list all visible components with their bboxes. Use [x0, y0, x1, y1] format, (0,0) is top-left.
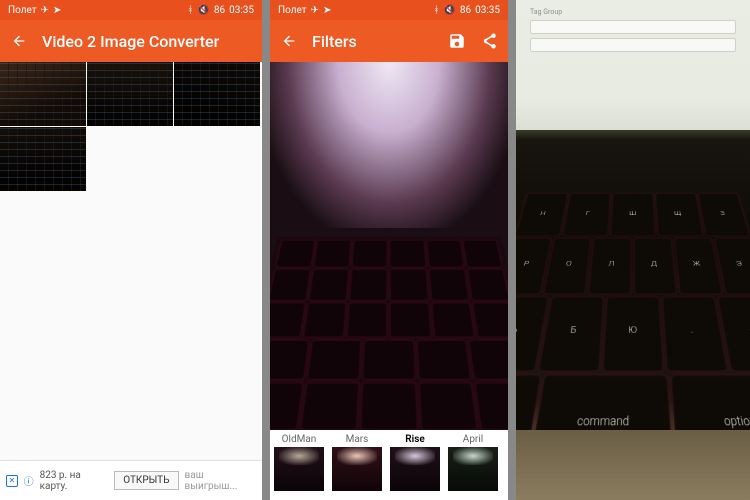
keyboard-key: Ш [610, 193, 655, 236]
keyboard-key: Б [538, 296, 604, 371]
silent-icon: 🔇 [443, 5, 455, 16]
filter-option-selected[interactable]: Rise [386, 430, 444, 500]
status-bar: Полет ✈ ➤ ᚼ 🔇 86 03:35 [270, 0, 508, 20]
status-bar: Полет ✈ ➤ ᚼ 🔇 86 03:35 [0, 0, 262, 20]
share-button[interactable] [480, 32, 498, 50]
keyboard-key: Н [516, 193, 568, 236]
source-photo: Tag Group Н Г Ш Щ З Р О Л Д Ж Э Ь Б [516, 0, 750, 500]
page-title: Filters [312, 32, 434, 51]
keyboard-key: О [543, 238, 591, 294]
filter-name: OldMan [282, 434, 317, 445]
clock: 03:35 [229, 5, 254, 16]
filter-preview[interactable] [270, 62, 508, 430]
laptop-base [516, 430, 750, 500]
keyboard-key: Л [589, 238, 632, 294]
filter-thumbnail [390, 447, 440, 491]
form-input [530, 38, 736, 52]
back-button[interactable] [280, 32, 298, 50]
bluetooth-icon: ᚼ [187, 5, 193, 16]
bluetooth-icon: ᚼ [433, 5, 439, 16]
keyboard-key: З [698, 193, 750, 236]
save-button[interactable] [448, 32, 466, 50]
keyboard-key: . [662, 296, 728, 371]
telegram-icon: ➤ [323, 5, 331, 16]
filter-strip[interactable]: OldMan Mars Rise April [270, 430, 508, 500]
clock: 03:35 [475, 5, 500, 16]
image-thumbnail[interactable] [0, 127, 86, 191]
gallery-screen: Полет ✈ ➤ ᚼ 🔇 86 03:35 Video 2 Image Con… [0, 0, 262, 500]
app-bar: Filters [270, 20, 508, 62]
image-thumbnail[interactable] [174, 62, 260, 126]
filter-name: Mars [346, 434, 369, 445]
form-label: Tag Group [530, 8, 736, 16]
filter-option[interactable]: Mars [328, 430, 386, 500]
ad-open-button[interactable]: ОТКРЫТЬ [114, 471, 178, 490]
filter-option[interactable]: OldMan [270, 430, 328, 500]
ad-close-icon[interactable]: ✕ [6, 475, 18, 487]
battery-level: 86 [214, 5, 225, 16]
telegram-icon: ➤ [53, 5, 61, 16]
battery-level: 86 [460, 5, 471, 16]
filter-thumbnail [332, 447, 382, 491]
keyboard-photo: Tag Group Н Г Ш Щ З Р О Л Д Ж Э Ь Б [516, 0, 750, 500]
background-form: Tag Group [516, 0, 750, 130]
keyboard-key: Г [563, 193, 611, 236]
app-bar: Video 2 Image Converter [0, 20, 262, 62]
filter-name: April [463, 434, 483, 445]
filter-thumbnail [448, 447, 498, 491]
carrier-label: Полет [8, 5, 37, 16]
filter-name: Rise [405, 434, 424, 445]
filter-thumbnail [274, 447, 324, 491]
ad-text: 823 р. на карту. [40, 470, 109, 492]
form-input [530, 20, 736, 34]
filter-option[interactable]: April [444, 430, 502, 500]
image-thumbnail[interactable] [0, 62, 86, 126]
ad-tail-text: ваш выигрыш... [185, 470, 257, 492]
filters-screen: Полет ✈ ➤ ᚼ 🔇 86 03:35 Filters [270, 0, 508, 500]
ad-info-icon[interactable]: ⓘ [24, 473, 34, 488]
airplane-icon: ✈ [41, 5, 49, 16]
carrier-label: Полет [278, 5, 307, 16]
keyboard-key: Щ [655, 193, 703, 236]
back-button[interactable] [10, 32, 28, 50]
silent-icon: 🔇 [197, 5, 209, 16]
ad-banner[interactable]: ✕ ⓘ 823 р. на карту. ОТКРЫТЬ ваш выигрыш… [0, 460, 262, 500]
thumbnail-grid [0, 62, 262, 500]
image-thumbnail[interactable] [87, 62, 173, 126]
keyboard-key: Д [634, 238, 677, 294]
airplane-icon: ✈ [311, 5, 319, 16]
page-title: Video 2 Image Converter [42, 32, 252, 51]
keyboard-key: Ю [603, 296, 664, 371]
